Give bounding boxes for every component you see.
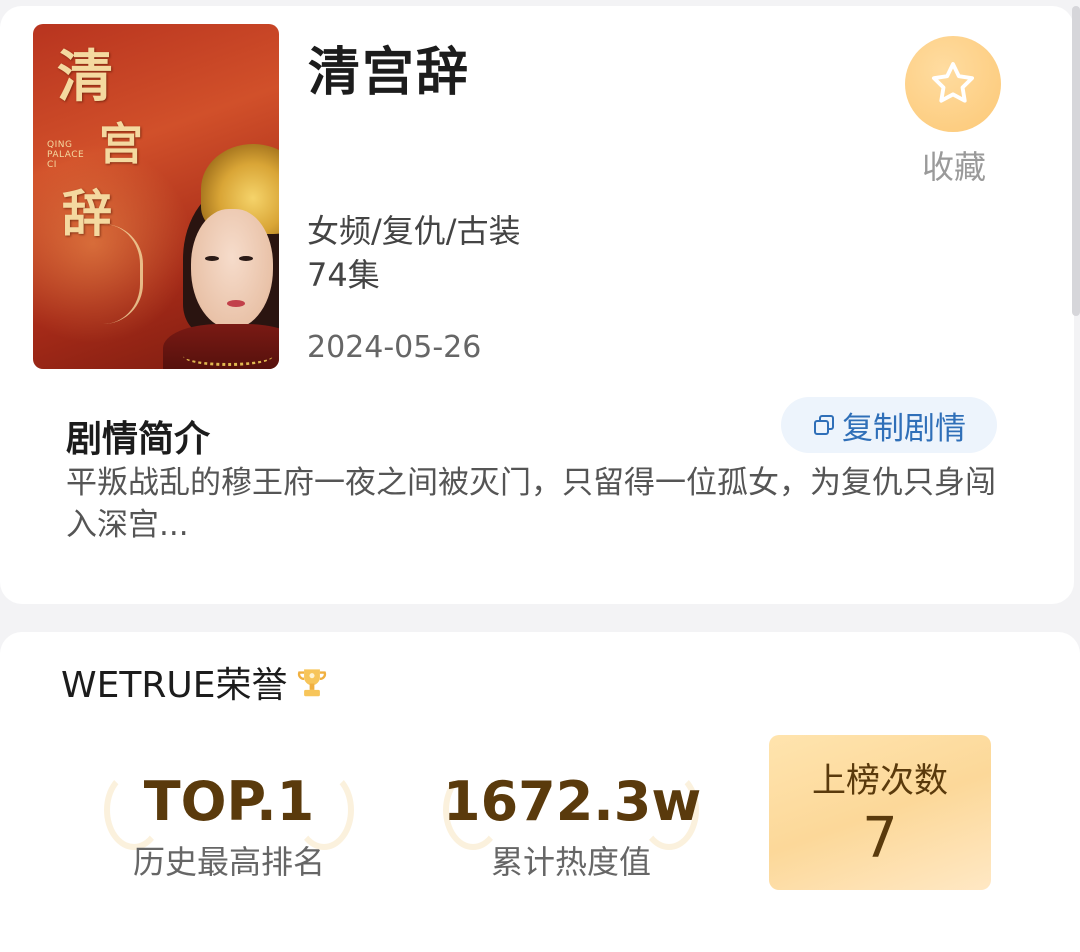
honor-section-title: WETRUE荣誉	[61, 656, 331, 708]
synopsis-text: 平叛战乱的穆王府一夜之间被灭门，只留得一位孤女，为复仇只身闯入深宫...	[66, 465, 996, 543]
stat-label: 历史最高排名	[132, 843, 325, 881]
poster-eye-right	[239, 256, 253, 261]
stat-value: TOP.1	[143, 770, 315, 833]
drama-episodes: 74集	[307, 256, 380, 294]
star-icon	[931, 62, 975, 103]
synopsis-title: 剧情简介	[66, 419, 211, 460]
stat-chart-count[interactable]: 上榜次数 7	[769, 735, 991, 890]
trophy-icon	[298, 669, 327, 697]
copy-synopsis-button[interactable]: 复制剧情	[781, 397, 997, 453]
copy-icon	[814, 415, 834, 435]
drama-genre: 女频/复仇/古装	[307, 212, 521, 250]
poster-roman-title: QING PALACE CI	[47, 140, 85, 170]
stat-highest-rank: TOP.1 历史最高排名	[104, 770, 354, 883]
stat-total-heat: 1672.3w 累计热度值	[443, 770, 702, 883]
stat-label: 上榜次数	[812, 761, 948, 801]
favorite-label[interactable]: 收藏	[912, 142, 996, 188]
drama-title: 清宫辞	[308, 43, 471, 103]
copy-synopsis-label: 复制剧情	[842, 410, 966, 447]
poster-figure-face	[191, 209, 273, 329]
poster-eye-left	[205, 256, 219, 261]
drama-release-date: 2024-05-26	[307, 330, 482, 365]
poster-necklace	[183, 346, 273, 366]
drama-poster[interactable]: 清 宫 辞 QING PALACE CI	[33, 24, 279, 369]
poster-title-char-1: 清	[57, 44, 113, 110]
scrollbar[interactable]	[1072, 6, 1080, 316]
honor-title-text: WETRUE荣誉	[61, 665, 288, 706]
stat-label: 累计热度值	[490, 843, 651, 881]
poster-lips	[227, 300, 245, 307]
stat-value: 1672.3w	[443, 770, 702, 833]
poster-title-char-2: 宫	[99, 119, 143, 170]
favorite-button[interactable]	[905, 36, 1001, 132]
stat-value: 7	[862, 806, 898, 871]
